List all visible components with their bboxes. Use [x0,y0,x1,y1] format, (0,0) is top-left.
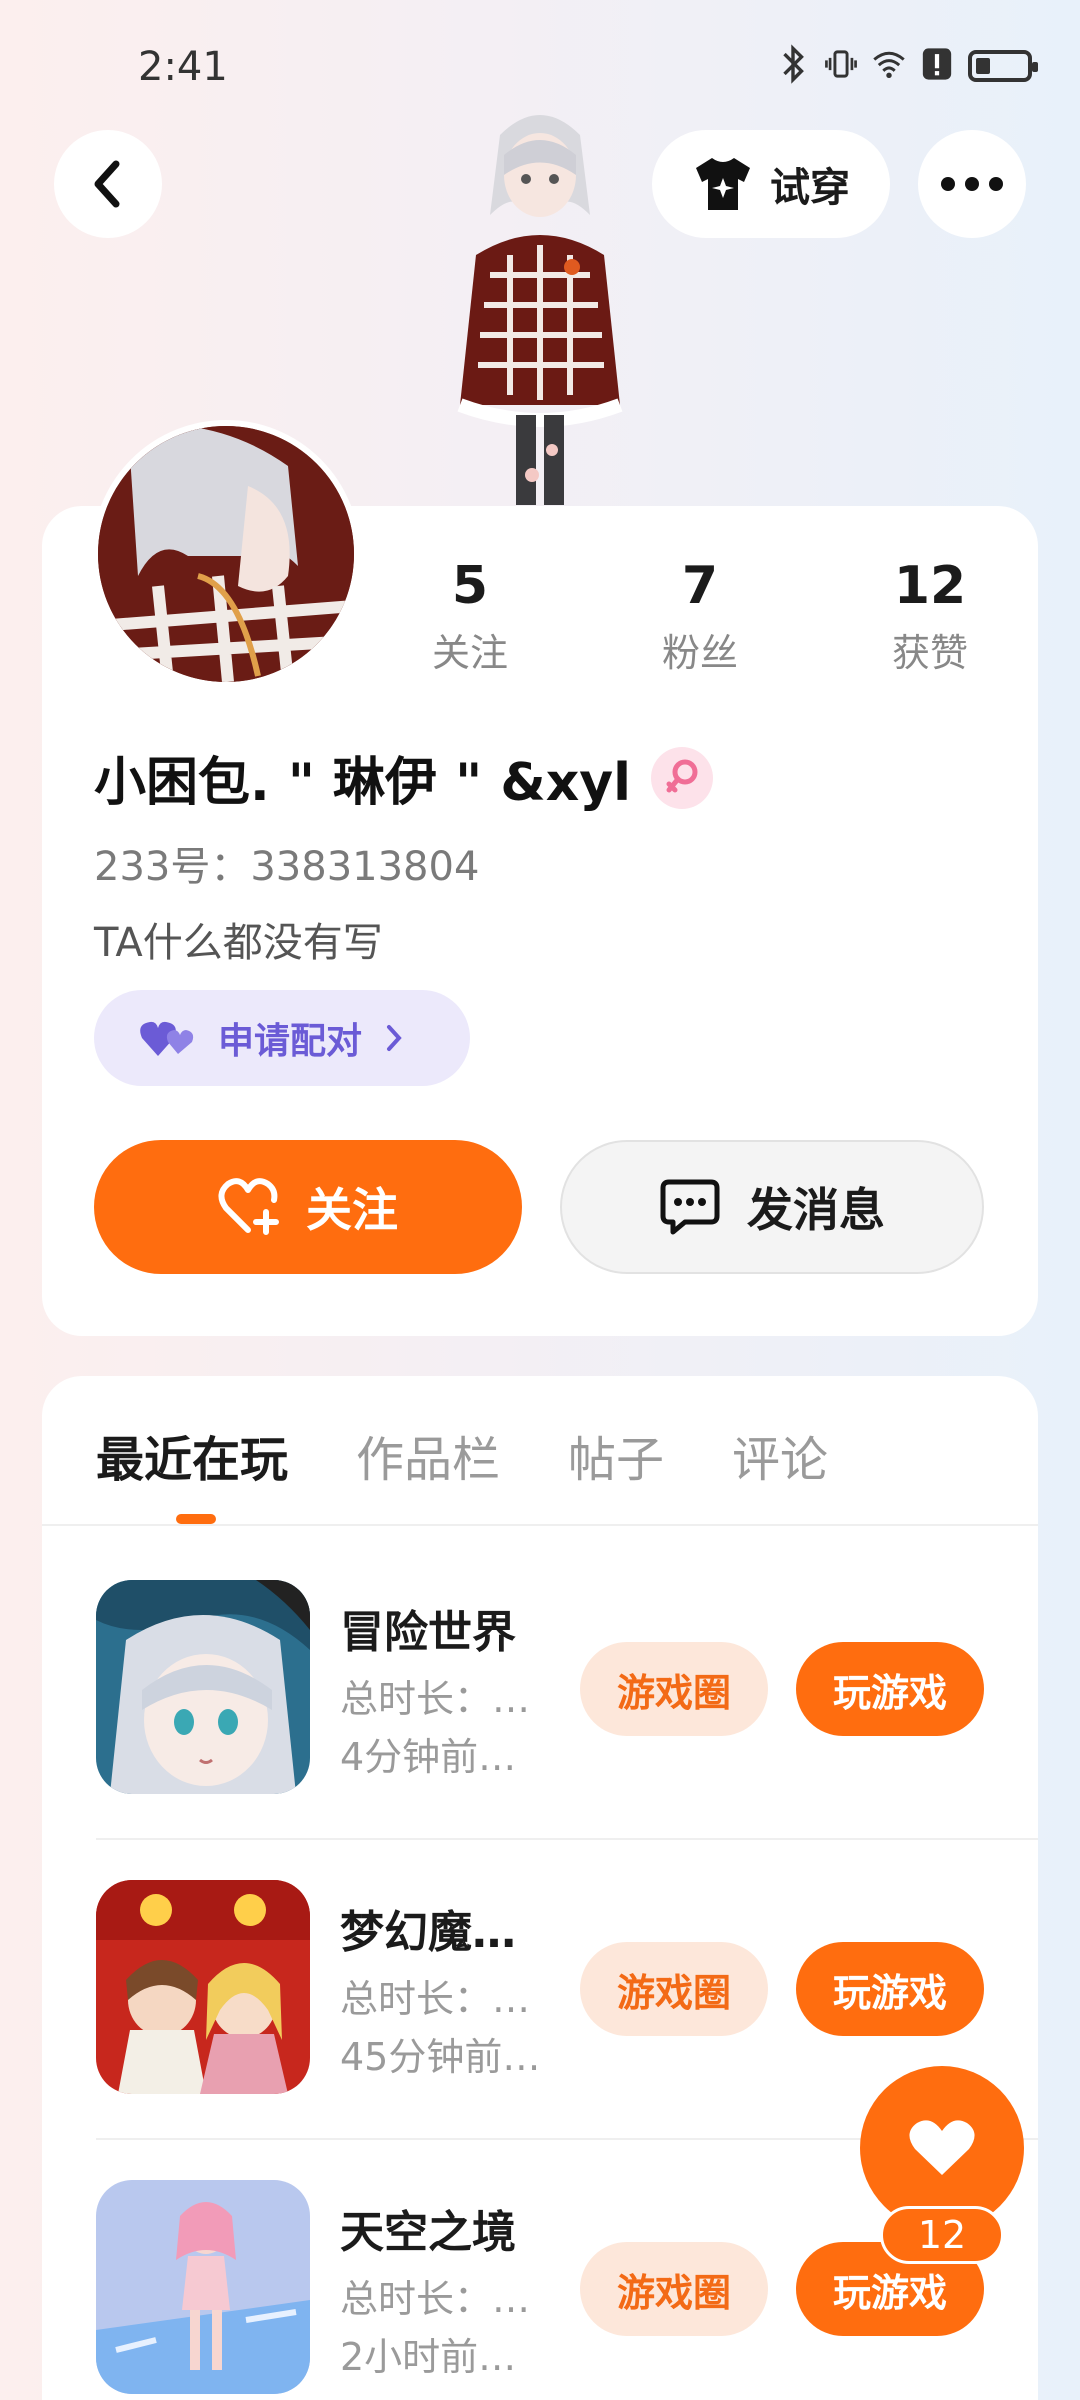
send-message-label: 发消息 [747,1183,885,1237]
more-dots-icon [941,177,1003,191]
tab-posts[interactable]: 帖子 [568,1420,664,1490]
game-duration: 总时长：… [340,2277,531,2321]
game-title: 天空之境 [340,2207,516,2258]
game-duration: 总时长：… [340,1977,531,2021]
user-id: 233号：338313804 [94,844,480,890]
game-icon[interactable] [96,1580,310,1794]
stat-value: 5 [451,556,489,616]
content-tabs: 最近在玩 作品栏 帖子 评论 [96,1420,896,1490]
game-circle-button[interactable]: 游戏圈 [580,1642,768,1736]
try-on-button[interactable]: 试穿 [652,130,890,238]
list-item[interactable]: 冒险世界 总时长：… 4分钟前… 游戏圈 玩游戏 [96,1580,1038,1796]
status-icons [776,44,1038,88]
avatar[interactable] [92,420,360,688]
request-pair-label: 申请配对 [218,1021,363,1062]
game-title: 冒险世界 [340,1607,516,1658]
user-bio: TA什么都没有写 [94,920,383,966]
follow-button[interactable]: 关注 [94,1140,522,1274]
game-icon[interactable] [96,1880,310,2094]
stat-likes[interactable]: 12 获赞 [840,556,1020,677]
game-title: 梦幻魔… [340,1907,516,1958]
alert-icon [920,44,954,88]
stat-label: 获赞 [891,631,968,675]
stat-value: 12 [893,556,967,616]
stat-followers[interactable]: 7 粉丝 [610,556,790,677]
tab-works[interactable]: 作品栏 [356,1420,500,1490]
more-options-button[interactable] [918,130,1026,238]
battery-icon [968,50,1038,82]
active-tab-indicator [176,1514,216,1524]
wifi-icon [872,44,906,88]
chevron-left-icon [94,160,120,208]
stat-label: 粉丝 [661,631,738,675]
request-pair-button[interactable]: 申请配对 [94,990,470,1086]
game-last-played: 4分钟前… [340,1735,517,1779]
chevron-right-icon [387,1025,402,1051]
back-button[interactable] [54,130,162,238]
character-avatar-figure [420,105,660,505]
follow-label: 关注 [306,1183,398,1237]
list-item[interactable]: 梦幻魔… 总时长：… 45分钟前… 游戏圈 玩游戏 [96,1880,1038,2096]
shirt-icon [696,158,750,210]
tab-recently-played[interactable]: 最近在玩 [96,1420,288,1490]
like-count-badge: 12 [880,2206,1004,2264]
username-text: 小困包. " 琳伊 " &xyl [94,753,631,813]
game-circle-button[interactable]: 游戏圈 [580,1942,768,2036]
stat-value: 7 [681,556,719,616]
play-game-button[interactable]: 玩游戏 [796,1642,984,1736]
heart-icon [909,2120,975,2175]
pair-hearts-icon [140,1021,194,1056]
profile-stats: 5 关注 7 粉丝 12 获赞 [380,556,1020,677]
username: 小困包. " 琳伊 " &xyl [94,740,713,815]
bluetooth-icon [776,44,810,88]
game-icon[interactable] [96,2180,310,2394]
stat-label: 关注 [431,631,508,675]
divider [96,1838,1038,1840]
heart-plus-icon [218,1178,279,1235]
game-duration: 总时长：… [340,1677,531,1721]
stat-following[interactable]: 5 关注 [380,556,560,677]
divider [42,1524,1038,1526]
game-last-played: 2小时前… [340,2335,517,2379]
game-last-played: 45分钟前… [340,2035,541,2079]
vibrate-icon [824,44,858,88]
tab-comments[interactable]: 评论 [732,1420,828,1490]
send-message-button[interactable]: 发消息 [560,1140,984,1274]
play-game-button[interactable]: 玩游戏 [796,1942,984,2036]
female-gender-icon [650,746,713,809]
status-time: 2:41 [138,44,228,90]
try-on-label: 试穿 [770,165,850,211]
chat-bubble-icon [660,1179,720,1235]
game-circle-button[interactable]: 游戏圈 [580,2242,768,2336]
